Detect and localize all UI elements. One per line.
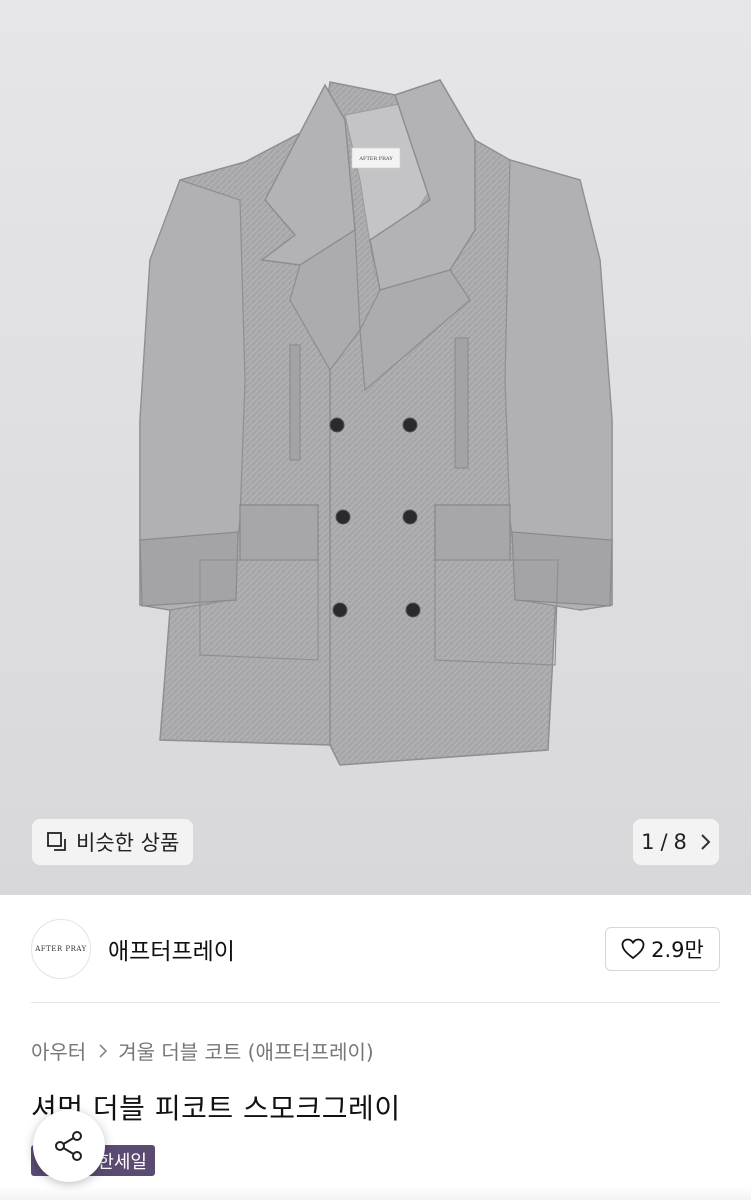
pager-current: 1 [641,830,655,854]
brand-logo-text: AFTER PRAY [35,945,87,953]
pager-separator: / [660,830,668,854]
similar-products-label: 비슷한 상품 [76,831,180,855]
like-count: 2.9만 [651,938,704,962]
similar-products-button[interactable]: 비슷한 상품 [32,819,194,865]
breadcrumb: 아우터 겨울 더블 코트 (애프터프레이) [31,1036,374,1065]
section-divider [31,1002,720,1003]
pager-total: 8 [673,830,687,854]
breadcrumb-category[interactable]: 아우터 [31,1036,86,1065]
chevron-right-icon [701,834,711,850]
image-pager-button[interactable]: 1 / 8 [633,819,719,865]
brand-row: AFTER PRAY 애프터프레이 2.9만 [31,918,720,980]
coat-label: AFTER PRAY [358,156,393,162]
heart-outline-icon [621,938,645,960]
like-button[interactable]: 2.9만 [605,927,720,971]
share-icon [55,1131,82,1161]
share-button[interactable] [33,1110,105,1182]
product-image-carousel[interactable]: AFTER PRAY 비슷한 상품 1 / 8 [0,0,751,895]
bottom-fade [0,1186,751,1200]
chevron-right-icon [99,1043,108,1058]
breadcrumb-subcategory[interactable]: 겨울 더블 코트 (애프터프레이) [118,1036,373,1065]
brand-name[interactable]: 애프터프레이 [108,932,235,966]
brand-logo[interactable]: AFTER PRAY [31,919,91,979]
product-photo: AFTER PRAY [139,79,613,766]
square-stack-icon [47,832,66,851]
sale-badge-label: 한세일 [97,1151,147,1173]
